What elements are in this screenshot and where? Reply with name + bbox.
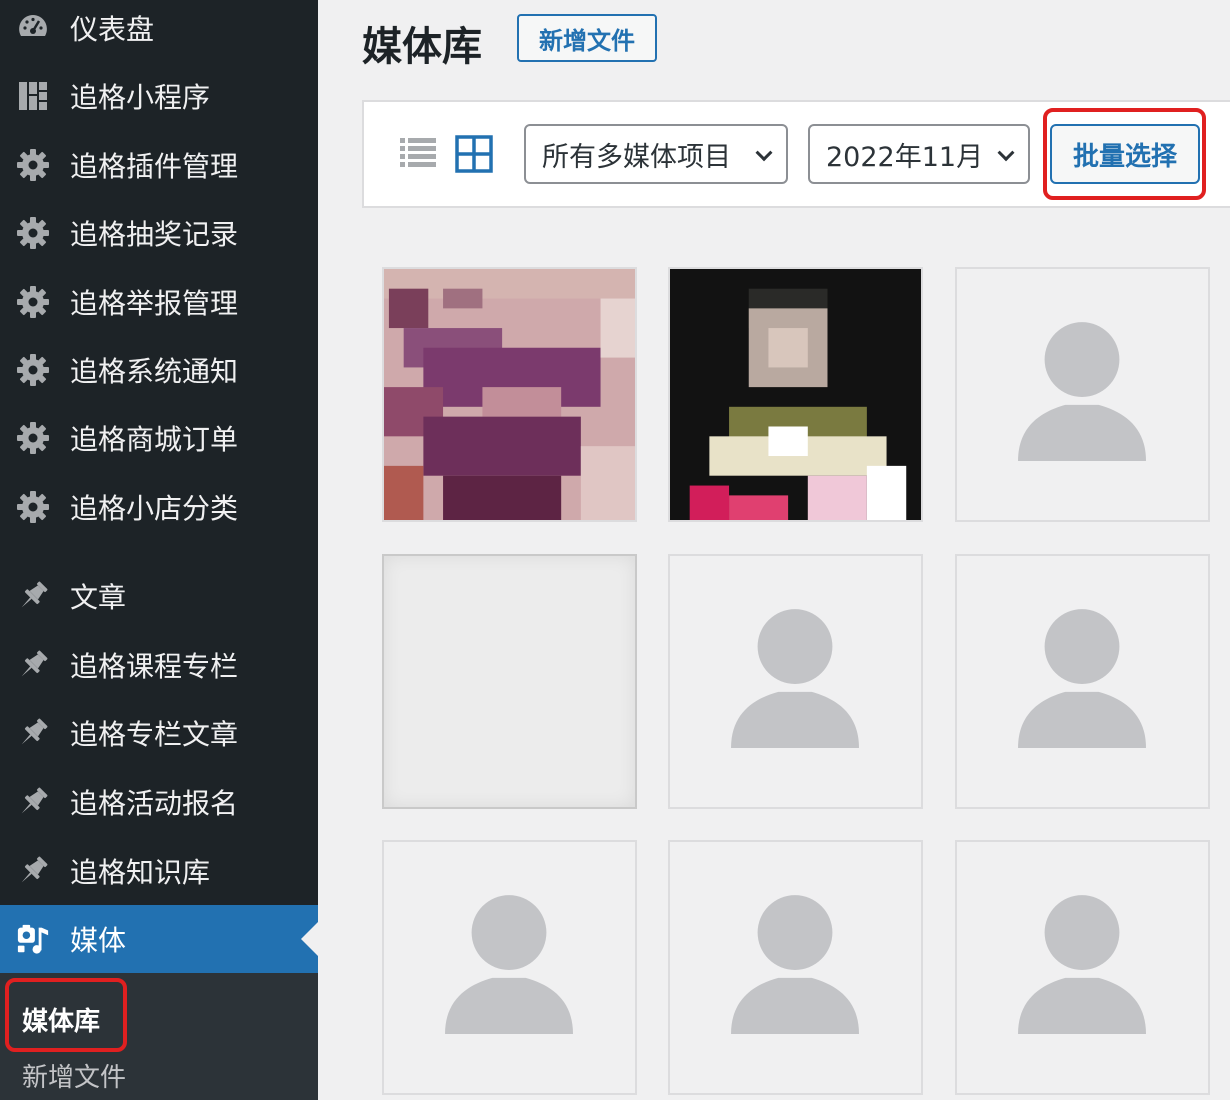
sidebar-item-label: 文章 (70, 581, 127, 614)
sidebar-item-course-column[interactable]: 追格课程专栏 (0, 634, 318, 696)
sidebar-item-label: 追格插件管理 (70, 150, 239, 183)
media-tile[interactable] (382, 554, 637, 809)
media-tile[interactable] (668, 554, 923, 809)
bulk-select-button[interactable]: 批量选择 (1050, 124, 1200, 184)
sidebar-item-knowledge-base[interactable]: 追格知识库 (0, 840, 318, 902)
sidebar-item-media[interactable]: 媒体 (0, 905, 318, 973)
sidebar-item-system-notify[interactable]: 追格系统通知 (0, 339, 318, 401)
sidebar-item-label: 追格商城订单 (70, 423, 239, 456)
sidebar-item-label: 追格抽奖记录 (70, 218, 239, 251)
grid-layout-icon (16, 79, 50, 113)
media-thumbnail-pixelated (384, 269, 635, 520)
sidebar-item-label: 仪表盘 (70, 13, 155, 46)
pin-icon (16, 785, 50, 819)
sidebar-item-label: 追格活动报名 (70, 787, 239, 820)
media-tile[interactable] (382, 840, 637, 1095)
person-placeholder-icon (731, 609, 859, 748)
gear-icon (16, 148, 50, 182)
person-placeholder-icon (731, 895, 859, 1034)
add-new-file-button[interactable]: 新增文件 (517, 14, 657, 62)
sidebar-item-label: 追格系统通知 (70, 355, 239, 388)
person-placeholder-icon (445, 895, 573, 1034)
sidebar-item-label: 追格举报管理 (70, 287, 239, 320)
list-view-icon[interactable] (398, 134, 438, 174)
media-tile[interactable] (955, 554, 1210, 809)
gear-icon (16, 285, 50, 319)
chevron-down-icon (755, 144, 773, 162)
gear-icon (16, 353, 50, 387)
sidebar-item-label: 追格课程专栏 (70, 650, 239, 683)
media-tile[interactable] (955, 267, 1210, 522)
person-placeholder-icon (1018, 895, 1146, 1034)
grid-view-icon[interactable] (454, 134, 494, 174)
person-placeholder-icon (1018, 609, 1146, 748)
dashboard-icon (16, 11, 50, 45)
media-thumbnail-pixelated (670, 269, 921, 520)
sidebar-item-label: 追格小程序 (70, 81, 211, 114)
person-placeholder-icon (1018, 322, 1146, 461)
media-icon (16, 922, 50, 956)
sidebar-item-shop-categories[interactable]: 追格小店分类 (0, 476, 318, 538)
sidebar-item-column-articles[interactable]: 追格专栏文章 (0, 702, 318, 764)
sidebar-item-zhuige-miniprogram[interactable]: 追格小程序 (0, 65, 318, 127)
sidebar-item-lottery-records[interactable]: 追格抽奖记录 (0, 202, 318, 264)
sidebar-item-label: 追格知识库 (70, 856, 211, 889)
sidebar-item-posts[interactable]: 文章 (0, 565, 318, 627)
media-tile[interactable] (668, 267, 923, 522)
admin-sidebar: 仪表盘 追格小程序 追格插件管理 追格抽奖记录 追格举报管理 追格系统通知 追格… (0, 0, 318, 1100)
sidebar-item-label: 媒体 (70, 924, 127, 957)
sidebar-item-label: 追格专栏文章 (70, 718, 239, 751)
pin-icon (16, 579, 50, 613)
pin-icon (16, 716, 50, 750)
submenu-item-add-new[interactable]: 新增文件 (22, 1057, 126, 1094)
date-filter-value: 2022年11月 (826, 141, 984, 173)
media-tile[interactable] (668, 840, 923, 1095)
media-type-filter-select[interactable]: 所有多媒体项目 (524, 124, 788, 184)
date-filter-select[interactable]: 2022年11月 (808, 124, 1030, 184)
pin-icon (16, 648, 50, 682)
chevron-down-icon (997, 144, 1015, 162)
sidebar-item-event-signup[interactable]: 追格活动报名 (0, 771, 318, 833)
media-tile[interactable] (382, 267, 637, 522)
sidebar-item-dashboard[interactable]: 仪表盘 (0, 0, 318, 59)
page-title: 媒体库 (362, 24, 482, 70)
media-submenu: 媒体库 新增文件 (0, 973, 318, 1100)
gear-icon (16, 216, 50, 250)
media-type-filter-value: 所有多媒体项目 (542, 141, 731, 173)
gear-icon (16, 421, 50, 455)
media-toolbar: 所有多媒体项目 2022年11月 批量选择 (362, 100, 1230, 208)
sidebar-item-shop-orders[interactable]: 追格商城订单 (0, 407, 318, 469)
gear-icon (16, 490, 50, 524)
sidebar-item-report-manage[interactable]: 追格举报管理 (0, 271, 318, 333)
sidebar-item-label: 追格小店分类 (70, 492, 239, 525)
sidebar-item-plugin-manage[interactable]: 追格插件管理 (0, 134, 318, 196)
media-tile[interactable] (955, 840, 1210, 1095)
pin-icon (16, 854, 50, 888)
submenu-item-media-library[interactable]: 媒体库 (22, 1001, 100, 1038)
